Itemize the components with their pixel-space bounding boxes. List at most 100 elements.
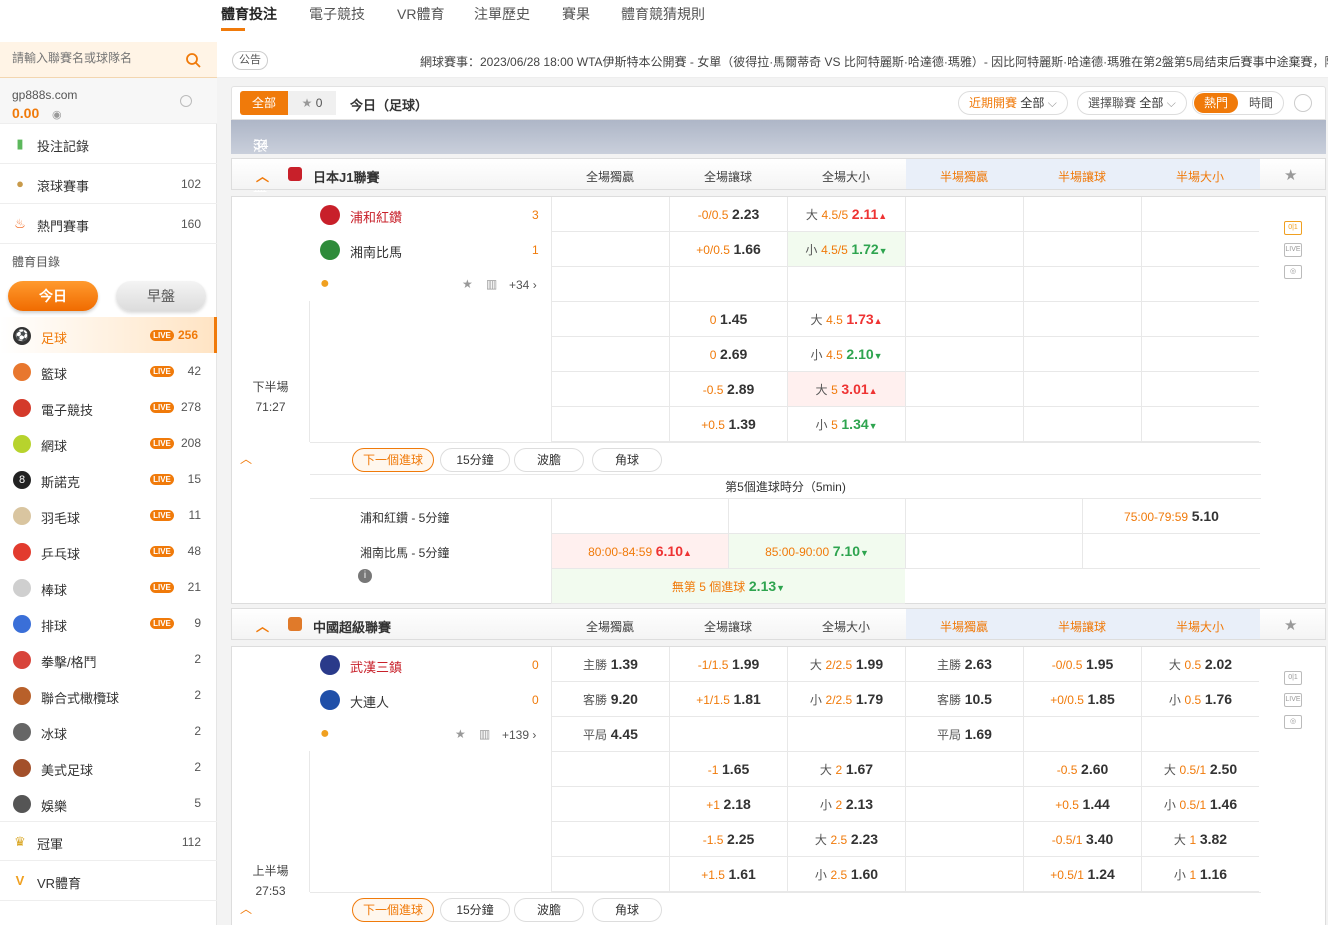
menu-live-events[interactable]: ● 滾球賽事 102 xyxy=(0,164,217,204)
nav-rules[interactable]: 體育競猜規則 xyxy=(621,4,705,24)
odds-cell[interactable] xyxy=(551,232,669,267)
odds-cell[interactable] xyxy=(551,787,669,822)
recent-start-dropdown[interactable]: 近期開賽 全部 ⌵ xyxy=(958,91,1068,115)
search-input[interactable] xyxy=(12,51,177,65)
odds-cell[interactable]: -0.5 2.89 xyxy=(669,372,787,407)
odds-cell[interactable] xyxy=(905,534,1082,569)
odds-cell[interactable] xyxy=(551,267,669,302)
odds-cell[interactable]: 大 0.5 2.02 xyxy=(1141,647,1259,682)
odds-cell[interactable] xyxy=(551,752,669,787)
league-select-dropdown[interactable]: 選擇聯賽 全部 ⌵ xyxy=(1077,91,1187,115)
odds-cell[interactable] xyxy=(905,822,1023,857)
sport-item-soccer[interactable]: ⚽ 足球 LIVE 256 xyxy=(0,317,217,353)
collapse-icon[interactable]: ︿ xyxy=(256,616,269,635)
odds-cell[interactable] xyxy=(905,752,1023,787)
nav-vr-sports[interactable]: VR體育 xyxy=(397,4,444,24)
sport-item-basketball[interactable]: 籃球 LIVE 42 xyxy=(0,353,217,389)
tab-correct-score[interactable]: 波膽 xyxy=(514,898,584,922)
odds-cell[interactable] xyxy=(1141,717,1259,752)
odds-cell[interactable]: 大 0.5/1 2.50 xyxy=(1141,752,1259,787)
odds-cell[interactable] xyxy=(1141,407,1259,442)
odds-cell[interactable] xyxy=(551,857,669,892)
odds-cell[interactable]: 主勝 1.39 xyxy=(551,647,669,682)
odds-cell[interactable]: 小 0.5 1.76 xyxy=(1141,682,1259,717)
odds-cell[interactable] xyxy=(669,267,787,302)
odds-cell[interactable]: 0 2.69 xyxy=(669,337,787,372)
odds-cell[interactable] xyxy=(1141,337,1259,372)
odds-cell[interactable] xyxy=(905,857,1023,892)
sport-item-boxing[interactable]: 拳擊/格鬥 2 xyxy=(0,641,217,677)
odds-cell[interactable] xyxy=(551,407,669,442)
odds-cell[interactable] xyxy=(905,787,1023,822)
odds-cell[interactable]: +0/0.5 1.85 xyxy=(1023,682,1141,717)
sport-item-badminton[interactable]: 羽毛球 LIVE 11 xyxy=(0,497,217,533)
tab-corners[interactable]: 角球 xyxy=(592,898,662,922)
odds-cell[interactable]: 大 2/2.5 1.99 xyxy=(787,647,905,682)
menu-bet-records[interactable]: ▮ 投注記錄 xyxy=(0,124,217,164)
odds-cell[interactable] xyxy=(551,197,669,232)
odds-cell[interactable]: +1 2.18 xyxy=(669,787,787,822)
odds-cell[interactable]: 75:00-79:59 5.10 xyxy=(1082,499,1260,534)
odds-cell[interactable]: 80:00-84:59 6.10▲ xyxy=(551,534,728,569)
sort-time-button[interactable]: 時間 xyxy=(1241,93,1281,113)
odds-cell[interactable]: 大 4.5/5 2.11▲ xyxy=(787,197,905,232)
pitch-view-icon[interactable]: ◎ xyxy=(1284,265,1302,279)
collapse-icon[interactable]: ︿ xyxy=(240,900,252,917)
odds-cell[interactable]: +0.5 1.44 xyxy=(1023,787,1141,822)
odds-cell[interactable]: -0.5 2.60 xyxy=(1023,752,1141,787)
odds-cell[interactable] xyxy=(1023,232,1141,267)
live-stream-icon[interactable]: LIVE xyxy=(1284,243,1302,257)
league-header[interactable]: ︿ 日本J1聯賽 全場獨贏 全場讓球 全場大小 半場獨贏 半場讓球 半場大小 ★ xyxy=(231,158,1326,190)
odds-cell[interactable]: 0 1.45 xyxy=(669,302,787,337)
coin-icon[interactable]: ● xyxy=(320,275,330,293)
odds-cell[interactable] xyxy=(1023,372,1141,407)
odds-cell[interactable]: 客勝 10.5 xyxy=(905,682,1023,717)
odds-cell[interactable] xyxy=(1141,232,1259,267)
odds-cell[interactable]: -1.5 2.25 xyxy=(669,822,787,857)
odds-cell[interactable]: 小 4.5/5 1.72▼ xyxy=(787,232,905,267)
refresh-icon[interactable] xyxy=(180,95,192,107)
odds-cell[interactable] xyxy=(1141,302,1259,337)
sport-item-snooker[interactable]: 8 斯諾克 LIVE 15 xyxy=(0,461,217,497)
odds-cell[interactable] xyxy=(1141,197,1259,232)
odds-cell[interactable] xyxy=(1082,534,1260,569)
menu-hot-events[interactable]: ♨ 熱門賽事 160 xyxy=(0,204,217,244)
odds-cell[interactable] xyxy=(669,717,787,752)
stats-icon[interactable]: ▥ xyxy=(486,277,497,291)
odds-cell[interactable]: 大 1 3.82 xyxy=(1141,822,1259,857)
tab-15min[interactable]: 15分鐘 xyxy=(440,448,510,472)
odds-cell[interactable] xyxy=(905,302,1023,337)
odds-cell[interactable] xyxy=(905,197,1023,232)
tab-correct-score[interactable]: 波膽 xyxy=(514,448,584,472)
odds-cell[interactable]: 大 2.5 2.23 xyxy=(787,822,905,857)
odds-cell[interactable] xyxy=(1023,717,1141,752)
odds-cell[interactable]: 小 4.5 2.10▼ xyxy=(787,337,905,372)
odds-cell[interactable] xyxy=(551,822,669,857)
odds-cell[interactable] xyxy=(551,499,728,534)
odds-cell[interactable]: 平局 1.69 xyxy=(905,717,1023,752)
early-button[interactable]: 早盤 xyxy=(116,281,206,311)
collapse-icon[interactable]: ︿ xyxy=(256,166,269,185)
more-markets[interactable]: +34 › xyxy=(509,278,537,292)
league-header[interactable]: ︿ 中國超級聯賽 全場獨贏 全場讓球 全場大小 半場獨贏 半場讓球 半場大小 ★ xyxy=(231,608,1326,640)
sport-item-table-tennis[interactable]: 乒乓球 LIVE 48 xyxy=(0,533,217,569)
odds-cell[interactable]: 小 5 1.34▼ xyxy=(787,407,905,442)
odds-cell[interactable]: +0/0.5 1.66 xyxy=(669,232,787,267)
more-markets[interactable]: +139 › xyxy=(502,728,536,742)
odds-cell[interactable]: 大 2 1.67 xyxy=(787,752,905,787)
today-button[interactable]: 今日 xyxy=(8,281,98,311)
odds-cell[interactable]: +1.5 1.61 xyxy=(669,857,787,892)
odds-cell[interactable] xyxy=(1023,197,1141,232)
odds-cell[interactable] xyxy=(905,407,1023,442)
odds-cell[interactable] xyxy=(905,337,1023,372)
sport-item-entertainment[interactable]: 娛樂 5 xyxy=(0,785,217,821)
stats-icon[interactable]: ▥ xyxy=(479,727,490,741)
odds-cell[interactable]: +0.5 1.39 xyxy=(669,407,787,442)
sport-item-baseball[interactable]: 棒球 LIVE 21 xyxy=(0,569,217,605)
odds-cell[interactable]: -1 1.65 xyxy=(669,752,787,787)
odds-cell[interactable] xyxy=(1141,267,1259,302)
star-icon[interactable]: ★ xyxy=(1284,166,1297,184)
favorite-star-icon[interactable]: ★ xyxy=(455,727,466,741)
odds-cell[interactable] xyxy=(551,372,669,407)
search-icon[interactable] xyxy=(185,52,201,68)
